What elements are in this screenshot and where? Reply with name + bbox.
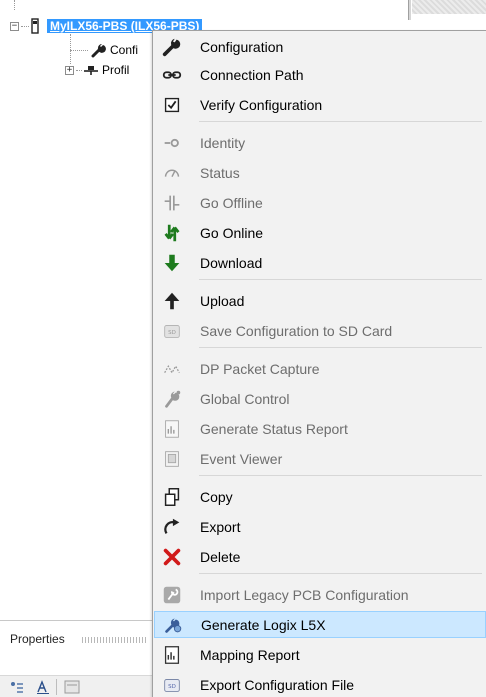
menu-separator bbox=[199, 573, 482, 574]
menu-item-global-control[interactable]: Global Control bbox=[154, 385, 486, 412]
tree-label-configuration[interactable]: Confi bbox=[110, 43, 138, 57]
menu-item-label: Verify Configuration bbox=[200, 96, 323, 113]
menu-item-verify-configuration[interactable]: Verify Configuration bbox=[154, 91, 486, 118]
menu-item-dp-packet-capture[interactable]: DP Packet Capture bbox=[154, 355, 486, 382]
link-icon bbox=[160, 63, 184, 87]
tree-line bbox=[14, 0, 15, 10]
generate-l5x-icon bbox=[161, 613, 185, 637]
panel-background bbox=[412, 0, 486, 14]
menu-separator bbox=[199, 121, 482, 122]
menu-item-copy[interactable]: Copy bbox=[154, 483, 486, 510]
properties-toolbar bbox=[0, 675, 152, 697]
upload-arrow-icon bbox=[160, 289, 184, 313]
menu-item-label: Download bbox=[200, 254, 263, 271]
menu-item-label: Delete bbox=[200, 548, 241, 565]
menu-item-connection-path[interactable]: Connection Path bbox=[154, 61, 486, 88]
menu-item-label: Upload bbox=[200, 292, 245, 309]
go-offline-icon bbox=[160, 191, 184, 215]
svg-text:SD: SD bbox=[168, 329, 176, 335]
menu-item-export-configuration-file[interactable]: SD Export Configuration File bbox=[154, 671, 486, 697]
menu-separator bbox=[199, 347, 482, 348]
menu-separator bbox=[199, 475, 482, 476]
menu-item-go-offline[interactable]: Go Offline bbox=[154, 189, 486, 216]
menu-item-label: Event Viewer bbox=[200, 450, 283, 467]
sd-card-icon: SD bbox=[160, 319, 184, 343]
report-icon bbox=[160, 417, 184, 441]
import-legacy-icon bbox=[160, 583, 184, 607]
go-online-icon bbox=[160, 221, 184, 245]
menu-item-mapping-report[interactable]: Mapping Report bbox=[154, 641, 486, 668]
expand-toggle[interactable]: + bbox=[65, 65, 74, 75]
menu-item-label: Import Legacy PCB Configuration bbox=[200, 586, 409, 603]
menu-item-generate-logix-l5x[interactable]: Generate Logix L5X bbox=[154, 611, 486, 638]
sort-categorized-icon[interactable] bbox=[10, 681, 24, 693]
packet-capture-icon bbox=[160, 357, 184, 381]
menu-item-save-configuration-to-sd-card[interactable]: SD Save Configuration to SD Card bbox=[154, 317, 486, 344]
menu-item-label: Export bbox=[200, 518, 241, 535]
identity-icon bbox=[160, 131, 184, 155]
menu-item-label: Go Offline bbox=[200, 194, 263, 211]
export-icon bbox=[160, 515, 184, 539]
tree-line bbox=[21, 25, 29, 27]
menu-separator bbox=[199, 279, 482, 280]
screen: − MyILX56-PBS (ILX56-PBS) Confi + Profil… bbox=[0, 0, 486, 697]
wrench-icon bbox=[91, 44, 106, 58]
menu-item-label: Connection Path bbox=[200, 66, 304, 83]
menu-item-delete[interactable]: Delete bbox=[154, 543, 486, 570]
sort-alphabetical-icon[interactable] bbox=[36, 680, 50, 694]
menu-item-label: Identity bbox=[200, 134, 246, 151]
menu-item-import-legacy-pcb-configuration[interactable]: Import Legacy PCB Configuration bbox=[154, 581, 486, 608]
menu-item-label: Save Configuration to SD Card bbox=[200, 322, 393, 339]
menu-item-label: Generate Status Report bbox=[200, 420, 348, 437]
panel-splitter[interactable] bbox=[408, 0, 411, 20]
menu-item-label: Mapping Report bbox=[200, 646, 300, 663]
delete-x-icon bbox=[160, 545, 184, 569]
menu-item-label: Global Control bbox=[200, 390, 290, 407]
menu-item-label: DP Packet Capture bbox=[200, 360, 320, 377]
wrench-icon bbox=[160, 35, 184, 59]
tree-line bbox=[70, 50, 88, 51]
menu-item-label: Copy bbox=[200, 488, 233, 505]
collapse-toggle[interactable]: − bbox=[10, 21, 19, 31]
menu-item-event-viewer[interactable]: Event Viewer bbox=[154, 445, 486, 472]
menu-item-identity[interactable]: Identity bbox=[154, 129, 486, 156]
menu-item-status[interactable]: Status bbox=[154, 159, 486, 186]
tree-node-configuration[interactable]: Confi bbox=[90, 40, 138, 60]
menu-item-export[interactable]: Export bbox=[154, 513, 486, 540]
menu-item-label: Export Configuration File bbox=[200, 676, 355, 693]
svg-text:SD: SD bbox=[168, 683, 176, 689]
menu-item-label: Configuration bbox=[200, 38, 284, 55]
menu-item-upload[interactable]: Upload bbox=[154, 287, 486, 314]
menu-item-label: Go Online bbox=[200, 224, 264, 241]
menu-item-download[interactable]: Download bbox=[154, 249, 486, 276]
download-arrow-icon bbox=[160, 251, 184, 275]
mapping-report-icon bbox=[160, 643, 184, 667]
export-config-icon: SD bbox=[160, 673, 184, 697]
checkbox-icon bbox=[160, 93, 184, 117]
status-icon bbox=[160, 161, 184, 185]
module-icon bbox=[31, 18, 39, 34]
context-menu: Configuration Connection Path Verify Confi… bbox=[152, 30, 486, 697]
properties-title: Properties bbox=[10, 632, 65, 646]
tree-line bbox=[76, 69, 82, 71]
menu-item-label: Status bbox=[200, 164, 240, 181]
tree-node-profibus[interactable]: + Profil bbox=[65, 60, 129, 80]
tree-label-profibus[interactable]: Profil bbox=[102, 63, 129, 77]
toolbar-divider bbox=[56, 679, 57, 695]
network-icon bbox=[84, 66, 98, 75]
menu-item-generate-status-report[interactable]: Generate Status Report bbox=[154, 415, 486, 442]
menu-item-go-online[interactable]: Go Online bbox=[154, 219, 486, 246]
menu-item-label: Generate Logix L5X bbox=[201, 616, 326, 633]
copy-icon bbox=[160, 485, 184, 509]
global-control-icon bbox=[160, 387, 184, 411]
event-viewer-icon bbox=[160, 447, 184, 471]
menu-item-configuration[interactable]: Configuration bbox=[154, 33, 486, 60]
property-pages-icon[interactable] bbox=[64, 680, 80, 694]
panel-grip[interactable] bbox=[82, 637, 148, 643]
